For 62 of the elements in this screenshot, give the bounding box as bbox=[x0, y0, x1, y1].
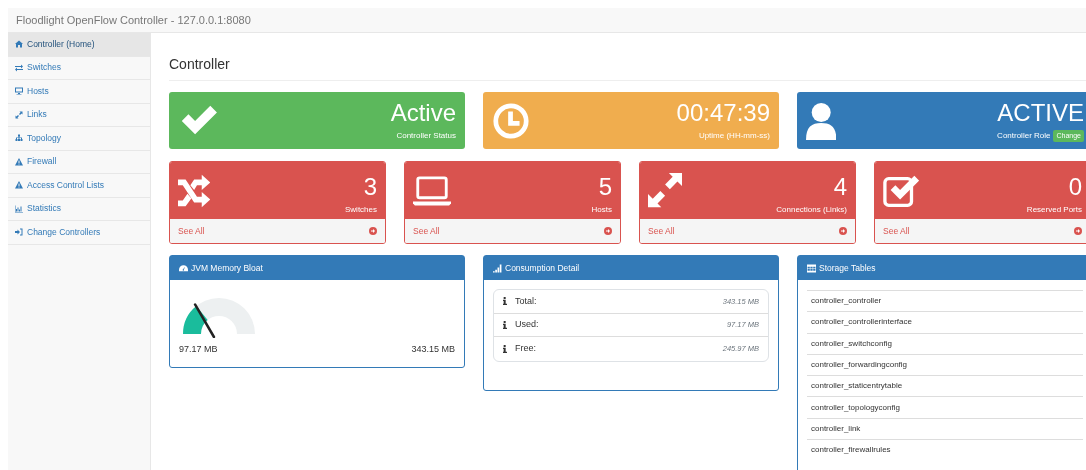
home-icon bbox=[15, 40, 23, 49]
signal-bars-icon bbox=[493, 263, 502, 273]
counter-caption: Switches bbox=[345, 203, 377, 216]
sidebar-item[interactable]: Controller (Home) bbox=[8, 33, 150, 57]
arrow-circle-icon bbox=[1074, 227, 1082, 235]
gauge-icon bbox=[179, 263, 188, 273]
user-icon bbox=[806, 101, 837, 140]
table-name: controller_forwardingconfig bbox=[811, 359, 908, 372]
detail-label: Total: bbox=[515, 294, 537, 308]
expand-arrows-icon bbox=[648, 173, 683, 208]
table-name: controller_switchconfig bbox=[811, 337, 892, 350]
status-value: ACTIVE bbox=[997, 99, 1084, 126]
page-heading: Controller bbox=[169, 54, 1086, 81]
monitor-icon bbox=[15, 87, 23, 96]
status-value: 00:47:39 bbox=[676, 99, 770, 126]
app-title: Floodlight OpenFlow Controller - 127.0.0.1:8080 bbox=[15, 13, 252, 28]
used-memory: 97.17 MB bbox=[179, 343, 218, 356]
table-name: controller_controllerinterface bbox=[811, 316, 912, 329]
status-caption: Controller Role bbox=[997, 129, 1051, 142]
bar-chart-icon bbox=[15, 204, 23, 213]
see-all-link[interactable]: See All bbox=[875, 219, 1086, 243]
panel-title: JVM Memory Bloat bbox=[191, 261, 263, 275]
see-all-link[interactable]: See All bbox=[640, 219, 855, 243]
arrow-circle-icon bbox=[604, 227, 612, 235]
table-name: controller_link bbox=[811, 422, 861, 435]
panel-title: Consumption Detail bbox=[505, 261, 580, 275]
status-value: Active bbox=[390, 99, 456, 126]
counter-value: 5 bbox=[597, 173, 612, 200]
counter-value: 3 bbox=[362, 173, 377, 200]
clock-icon bbox=[492, 101, 530, 140]
warning-icon bbox=[15, 181, 23, 190]
counter-caption: Reserved Ports bbox=[1026, 203, 1082, 216]
gauge-drawing bbox=[183, 298, 255, 338]
detail-label: Used: bbox=[515, 318, 539, 331]
table-name: controller_firewallrules bbox=[811, 444, 891, 457]
diagonal-arrows-icon bbox=[15, 110, 23, 119]
table-name: controller_staticentrytable bbox=[811, 380, 903, 393]
checked-box-icon bbox=[883, 173, 920, 208]
hierarchy-icon bbox=[15, 134, 23, 143]
table-name: controller_controller bbox=[811, 295, 882, 308]
arrow-circle-icon bbox=[369, 227, 377, 235]
see-all-link[interactable]: See All bbox=[170, 219, 385, 243]
detail-label: Free: bbox=[515, 342, 536, 355]
see-all-link[interactable]: See All bbox=[405, 219, 620, 243]
swap-arrows-icon bbox=[15, 63, 23, 72]
sign-in-icon bbox=[15, 228, 23, 237]
warning-icon bbox=[15, 157, 23, 166]
status-caption: Uptime (HH-mm-ss) bbox=[698, 129, 770, 142]
panel-title: Storage Tables bbox=[819, 261, 876, 275]
info-icon bbox=[503, 320, 507, 329]
counter-value: 4 bbox=[832, 173, 847, 200]
total-memory: 343.15 MB bbox=[411, 343, 455, 356]
arrow-circle-icon bbox=[839, 227, 847, 235]
table-icon bbox=[807, 263, 816, 273]
counter-caption: Hosts bbox=[591, 203, 612, 216]
counter-value: 0 bbox=[1067, 173, 1082, 200]
table-name: controller_topologyconfig bbox=[811, 401, 900, 414]
laptop-icon bbox=[413, 174, 451, 207]
status-caption: Controller Status bbox=[396, 129, 456, 142]
counter-caption: Connections (Links) bbox=[776, 203, 847, 216]
info-icon bbox=[503, 297, 507, 306]
info-icon bbox=[503, 344, 507, 353]
